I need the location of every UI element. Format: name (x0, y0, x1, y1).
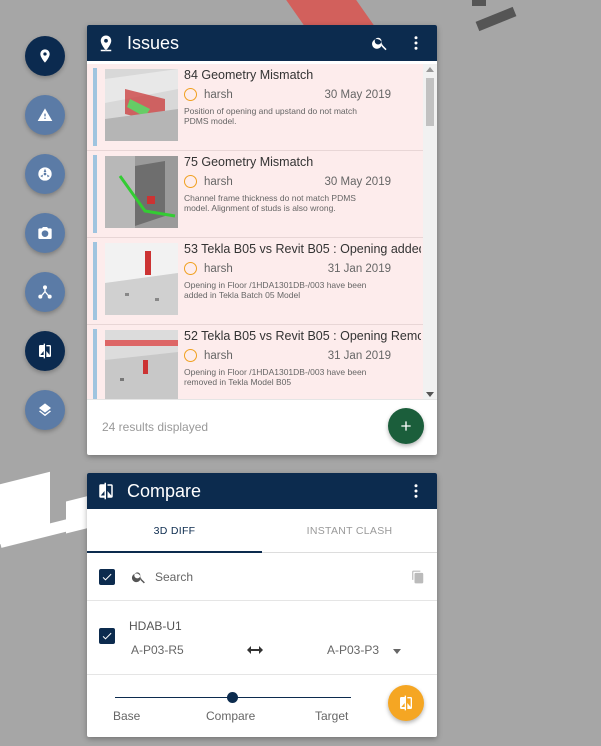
scroll-thumb[interactable] (426, 78, 434, 126)
issue-description: Position of opening and upstand do not m… (184, 106, 357, 126)
issue-item[interactable]: 84 Geometry Mismatch harsh 30 May 2019 P… (87, 64, 437, 151)
status-icon (184, 262, 197, 275)
issues-panel: Issues 84 Geometry Mismatch harsh 30 May… (87, 25, 437, 455)
compare-panel: Compare 3D DIFF INSTANT CLASH HDAB-U1 A-… (87, 473, 437, 737)
viewport-shape (475, 6, 517, 32)
status-icon (184, 349, 197, 362)
add-issue-button[interactable] (388, 408, 424, 444)
map-pin-icon (100, 35, 112, 52)
radiation-icon (38, 167, 52, 181)
issue-title: 75 Geometry Mismatch (184, 155, 314, 169)
compare-header: Compare (87, 473, 437, 509)
warning-icon (37, 108, 53, 121)
priority-bar (93, 242, 97, 320)
issue-title: 52 Tekla B05 vs Revit B05 : Opening Remo… (184, 329, 421, 343)
tree-icon (38, 285, 52, 299)
issue-title: 84 Geometry Mismatch (184, 68, 314, 82)
scroll-up-icon[interactable] (426, 67, 434, 72)
tab-instant-clash[interactable]: INSTANT CLASH (262, 509, 437, 552)
issue-item[interactable]: 53 Tekla B05 vs Revit B05 : Opening adde… (87, 238, 437, 325)
search-icon (131, 571, 145, 583)
select-all-checkbox[interactable] (99, 568, 115, 585)
issue-screenshot (105, 69, 178, 141)
issue-owner: harsh (204, 88, 233, 101)
target-revision-select[interactable]: A-P03-P3 (327, 643, 379, 657)
risks-button[interactable] (25, 95, 65, 135)
issue-screenshot (105, 156, 178, 228)
search-icon (372, 37, 387, 51)
priority-bar (93, 155, 97, 233)
layers-icon (39, 403, 51, 417)
hazards-button[interactable] (25, 154, 65, 194)
run-compare-button[interactable] (388, 685, 424, 721)
issue-screenshot (105, 243, 178, 315)
compare-icon (99, 482, 113, 500)
viewport-shape (286, 0, 376, 28)
issue-description: Opening in Floor /1HDA1301DB-/003 have b… (184, 280, 367, 300)
layers-button[interactable] (25, 390, 65, 430)
swap-arrows-icon (247, 646, 263, 654)
issue-description: Channel frame thickness do not match PDM… (184, 193, 356, 213)
issue-description: Opening in Floor /1HDA1301DB-/003 have b… (184, 367, 367, 387)
issue-date: 31 Jan 2019 (327, 262, 391, 275)
issues-footer: 24 results displayed (87, 399, 437, 455)
compare-slider-thumb[interactable] (227, 692, 238, 703)
camera-icon (38, 227, 52, 239)
issue-owner: harsh (204, 349, 233, 362)
issue-owner: harsh (204, 262, 233, 275)
issue-list-scrollbar[interactable] (423, 64, 437, 400)
map-pin-icon (40, 49, 50, 63)
chevron-down-icon[interactable] (393, 649, 401, 654)
results-count: 24 results displayed (102, 420, 209, 434)
model-row: HDAB-U1 A-P03-R5 A-P03-P3 (87, 601, 437, 675)
issue-title: 53 Tekla B05 vs Revit B05 : Opening adde… (184, 242, 421, 256)
groups-button[interactable] (25, 272, 65, 312)
compare-tabs: 3D DIFF INSTANT CLASH (87, 509, 437, 553)
viewpoints-button[interactable] (25, 213, 65, 253)
status-icon (184, 88, 197, 101)
more-vert-icon (414, 484, 418, 498)
issue-date: 30 May 2019 (324, 175, 392, 188)
panel-title: Issues (127, 32, 180, 53)
more-menu-button[interactable] (405, 32, 427, 54)
slider-label-compare: Compare (206, 709, 256, 723)
search-input[interactable] (155, 569, 411, 584)
status-icon (184, 175, 197, 188)
model-name: HDAB-U1 (129, 618, 182, 633)
issue-screenshot (105, 330, 178, 400)
model-checkbox[interactable] (99, 627, 115, 644)
search-row (87, 553, 437, 601)
scroll-down-icon[interactable] (426, 392, 434, 397)
priority-bar (93, 68, 97, 146)
copy-icon[interactable] (411, 570, 425, 584)
issue-item[interactable]: 52 Tekla B05 vs Revit B05 : Opening Remo… (87, 325, 437, 400)
issues-header: Issues (87, 25, 437, 61)
priority-bar (93, 329, 97, 400)
slider-label-base: Base (113, 709, 141, 723)
plus-icon (401, 421, 411, 431)
issue-owner: harsh (204, 175, 233, 188)
issue-item[interactable]: 75 Geometry Mismatch harsh 30 May 2019 C… (87, 151, 437, 238)
issue-date: 31 Jan 2019 (327, 349, 391, 362)
panel-title: Compare (127, 480, 202, 501)
more-vert-icon (414, 36, 418, 50)
base-revision: A-P03-R5 (131, 643, 184, 657)
slider-label-target: Target (315, 709, 349, 723)
search-button[interactable] (369, 32, 391, 54)
compare-icon (39, 343, 51, 359)
more-menu-button[interactable] (405, 480, 427, 502)
viewport-shape (472, 0, 486, 6)
issues-button[interactable] (25, 36, 65, 76)
issue-list: 84 Geometry Mismatch harsh 30 May 2019 P… (87, 64, 437, 400)
issue-date: 30 May 2019 (324, 88, 392, 101)
compare-button[interactable] (25, 331, 65, 371)
tab-3d-diff[interactable]: 3D DIFF (87, 509, 262, 553)
compare-icon (400, 695, 412, 711)
compare-slider-area: Base Compare Target (87, 675, 437, 733)
check-icon (102, 573, 112, 580)
check-icon (102, 632, 112, 639)
